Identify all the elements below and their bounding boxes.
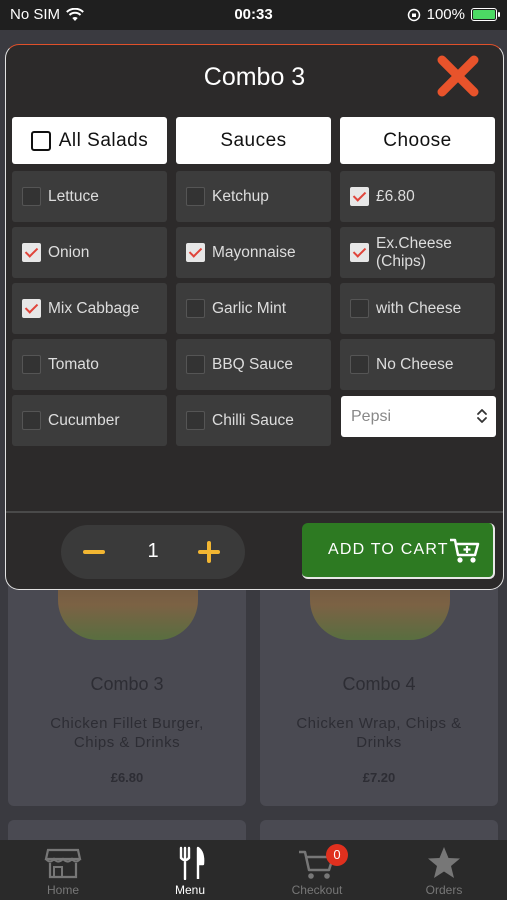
- option-checkbox[interactable]: [186, 243, 205, 262]
- add-to-cart-button[interactable]: ADD TO CART: [302, 523, 495, 579]
- menu-card[interactable]: Combo 3 Chicken Fillet Burger, Chips & D…: [8, 570, 246, 806]
- all-salads-checkbox[interactable]: [30, 130, 51, 151]
- option-checkbox[interactable]: [350, 355, 369, 374]
- drink-select[interactable]: Pepsi: [341, 396, 496, 437]
- close-icon[interactable]: [435, 53, 481, 99]
- option-label: Garlic Mint: [212, 299, 287, 317]
- combo-options-modal: Combo 3 All Salads Sauces Choose Lettuce…: [5, 44, 504, 590]
- option-checkbox[interactable]: [350, 243, 369, 262]
- tab-label: Checkout: [291, 883, 343, 897]
- add-to-cart-label: ADD TO CART: [328, 541, 449, 558]
- option-label: with Cheese: [376, 299, 462, 317]
- option-label: Cucumber: [48, 411, 120, 429]
- tab-menu[interactable]: Menu: [127, 840, 253, 900]
- column-header-label: Sauces: [220, 129, 287, 151]
- salad-option-lettuce[interactable]: Lettuce: [12, 171, 167, 222]
- sauce-option-mayonnaise[interactable]: Mayonnaise: [176, 227, 331, 278]
- option-label: BBQ Sauce: [212, 355, 293, 373]
- column-header-label: All Salads: [58, 129, 149, 151]
- sauce-option-bbq[interactable]: BBQ Sauce: [176, 339, 331, 390]
- fork-knife-icon: [179, 846, 205, 880]
- choose-option-with-cheese[interactable]: with Cheese: [340, 283, 495, 334]
- option-label: Onion: [48, 243, 90, 261]
- sauce-option-garlic-mint[interactable]: Garlic Mint: [176, 283, 331, 334]
- option-label: No Cheese: [376, 355, 454, 373]
- star-icon: [428, 847, 460, 878]
- option-checkbox[interactable]: [22, 355, 41, 374]
- salad-option-onion[interactable]: Onion: [12, 227, 167, 278]
- quantity-stepper: 1: [61, 525, 245, 579]
- option-label: £6.80: [376, 187, 415, 205]
- menu-card-description: Chicken Fillet Burger, Chips & Drinks: [50, 715, 204, 751]
- modal-title: Combo 3: [203, 63, 306, 91]
- option-checkbox[interactable]: [350, 187, 369, 206]
- menu-card-name: Combo 3: [90, 674, 164, 694]
- tab-home[interactable]: Home: [0, 840, 126, 900]
- salad-option-mix-cabbage[interactable]: Mix Cabbage: [12, 283, 167, 334]
- option-label: Tomato: [48, 355, 99, 373]
- drink-select-value: Pepsi: [351, 407, 392, 425]
- sauce-option-chilli[interactable]: Chilli Sauce: [176, 395, 331, 446]
- menu-card-price: £7.20: [362, 770, 396, 785]
- status-bar: No SIM 00:33 100%: [0, 0, 507, 30]
- option-checkbox[interactable]: [22, 243, 41, 262]
- tab-label: Home: [46, 883, 79, 897]
- salad-option-cucumber[interactable]: Cucumber: [12, 395, 167, 446]
- divider: [6, 511, 503, 513]
- choose-option-ex-cheese[interactable]: Ex.Cheese (Chips): [340, 227, 495, 278]
- salad-option-tomato[interactable]: Tomato: [12, 339, 167, 390]
- choose-option-no-cheese[interactable]: No Cheese: [340, 339, 495, 390]
- battery-icon: [471, 8, 500, 21]
- status-right: 100%: [407, 6, 500, 23]
- cart-add-icon: [450, 538, 480, 563]
- tab-label: Menu: [174, 883, 206, 897]
- tab-label: Orders: [425, 883, 463, 897]
- sauces-header: Sauces: [176, 117, 331, 164]
- sauce-option-ketchup[interactable]: Ketchup: [176, 171, 331, 222]
- option-checkbox[interactable]: [186, 299, 205, 318]
- all-salads-header[interactable]: All Salads: [12, 117, 167, 164]
- increase-quantity-button[interactable]: [198, 541, 220, 563]
- store-icon: [44, 848, 82, 879]
- option-label: Ex.Cheese (Chips): [376, 234, 452, 270]
- option-label: Mayonnaise: [212, 243, 296, 261]
- menu-card-description: Chicken Wrap, Chips & Drinks: [296, 715, 462, 751]
- tab-checkout[interactable]: 0 Checkout: [254, 840, 380, 900]
- option-label: Chilli Sauce: [212, 411, 294, 429]
- cart-count-badge: 0: [326, 844, 348, 866]
- menu-card-name: Combo 4: [342, 674, 416, 694]
- option-checkbox[interactable]: [350, 299, 369, 318]
- option-checkbox[interactable]: [186, 411, 205, 430]
- option-label: Mix Cabbage: [48, 299, 140, 317]
- bottom-tab-bar: Home Menu 0 Checkout Orders: [0, 840, 507, 900]
- option-checkbox[interactable]: [22, 187, 41, 206]
- option-label: Ketchup: [212, 187, 269, 205]
- tab-orders[interactable]: Orders: [381, 840, 507, 900]
- menu-card-price: £6.80: [110, 770, 144, 785]
- option-checkbox[interactable]: [186, 355, 205, 374]
- column-header-label: Choose: [383, 129, 452, 151]
- option-checkbox[interactable]: [22, 299, 41, 318]
- battery-percent: 100%: [426, 6, 465, 23]
- menu-card[interactable]: Combo 4 Chicken Wrap, Chips & Drinks £7.…: [260, 570, 498, 806]
- chevron-up-down-icon: [477, 409, 487, 423]
- option-checkbox[interactable]: [186, 187, 205, 206]
- option-label: Lettuce: [48, 187, 99, 205]
- choose-option-price[interactable]: £6.80: [340, 171, 495, 222]
- choose-header: Choose: [340, 117, 495, 164]
- option-checkbox[interactable]: [22, 411, 41, 430]
- orientation-lock-icon: [407, 8, 420, 21]
